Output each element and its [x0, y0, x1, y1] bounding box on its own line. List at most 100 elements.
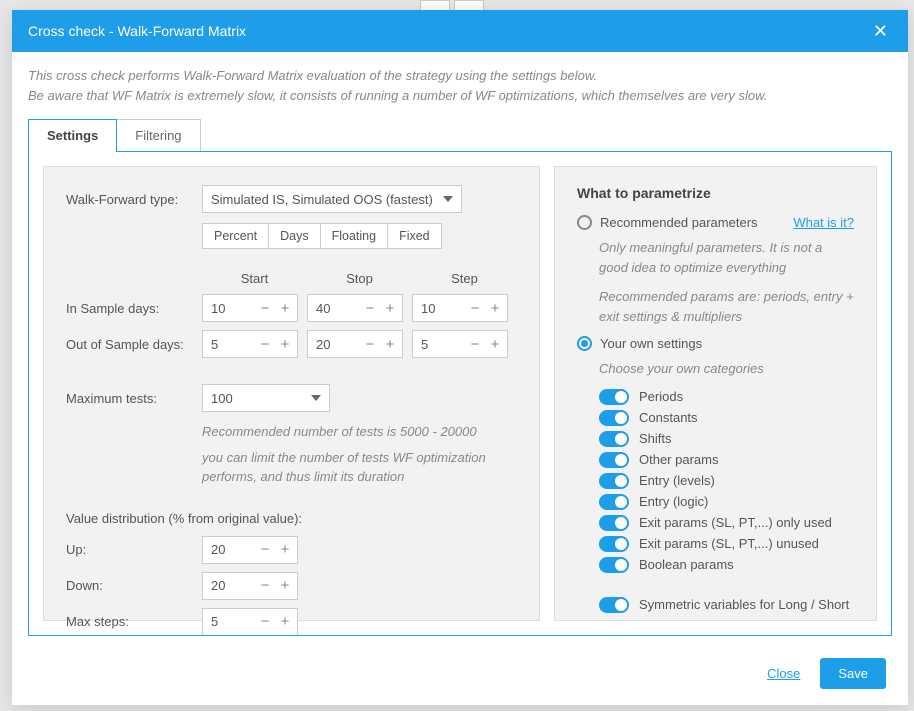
toggle-switch[interactable] [599, 473, 629, 489]
toggle-row[interactable]: Entry (logic) [599, 494, 854, 510]
seg-days[interactable]: Days [269, 224, 320, 248]
plus-icon[interactable]: + [380, 337, 400, 352]
toggle-row[interactable]: Exit params (SL, PT,...) only used [599, 515, 854, 531]
toggle-row[interactable]: Constants [599, 410, 854, 426]
seg-fixed[interactable]: Fixed [388, 224, 441, 248]
minus-icon[interactable]: − [465, 337, 485, 352]
toggle-switch[interactable] [599, 452, 629, 468]
radio-recommended[interactable]: Recommended parameters What is it? [577, 215, 854, 230]
own-label: Your own settings [600, 336, 702, 351]
in-sample-step[interactable]: −+ [412, 294, 508, 322]
col-start: Start [202, 271, 307, 286]
toggle-switch[interactable] [599, 515, 629, 531]
out-sample-step-input[interactable] [413, 337, 465, 352]
toggle-switch[interactable] [599, 557, 629, 573]
plus-icon[interactable]: + [380, 301, 400, 316]
in-sample-step-input[interactable] [413, 301, 465, 316]
close-icon[interactable]: ✕ [869, 20, 892, 42]
plus-icon[interactable]: + [275, 542, 295, 557]
plus-icon[interactable]: + [485, 337, 505, 352]
up-spinner[interactable]: −+ [202, 536, 298, 564]
toggle-label: Boolean params [639, 557, 734, 572]
col-stop: Stop [307, 271, 412, 286]
desc-line-2: Be aware that WF Matrix is extremely slo… [28, 86, 892, 106]
wf-type-select[interactable]: Simulated IS, Simulated OOS (fastest) [202, 185, 462, 213]
minus-icon[interactable]: − [255, 614, 275, 629]
radio-own[interactable]: Your own settings [577, 336, 854, 351]
minus-icon[interactable]: − [360, 337, 380, 352]
grid-header: Start Stop Step [66, 271, 517, 286]
toggle-switch[interactable] [599, 536, 629, 552]
minus-icon[interactable]: − [255, 578, 275, 593]
toggle-label: Other params [639, 452, 718, 467]
dialog-title: Cross check - Walk-Forward Matrix [28, 23, 246, 39]
plus-icon[interactable]: + [485, 301, 505, 316]
toggle-label: Entry (levels) [639, 473, 715, 488]
toggle-switch[interactable] [599, 410, 629, 426]
down-label: Down: [66, 578, 202, 593]
max-steps-label: Max steps: [66, 614, 202, 629]
out-sample-start-input[interactable] [203, 337, 255, 352]
toggle-row[interactable]: Exit params (SL, PT,...) unused [599, 536, 854, 552]
recommended-note-2: Recommended params are: periods, entry +… [599, 287, 854, 326]
recommended-label: Recommended parameters [600, 215, 758, 230]
plus-icon[interactable]: + [275, 337, 295, 352]
radio-icon [577, 336, 592, 351]
toggle-switch[interactable] [599, 389, 629, 405]
radio-icon [577, 215, 592, 230]
in-sample-start-input[interactable] [203, 301, 255, 316]
down-input[interactable] [203, 578, 255, 593]
settings-panel: Walk-Forward type: Simulated IS, Simulat… [43, 166, 540, 621]
minus-icon[interactable]: − [465, 301, 485, 316]
toggle-switch[interactable] [599, 431, 629, 447]
toggle-row[interactable]: Entry (levels) [599, 473, 854, 489]
toggle-row[interactable]: Boolean params [599, 557, 854, 573]
close-button[interactable]: Close [767, 666, 800, 681]
plus-icon[interactable]: + [275, 578, 295, 593]
save-button[interactable]: Save [820, 658, 886, 689]
out-sample-step[interactable]: −+ [412, 330, 508, 358]
toggle-symmetric[interactable]: Symmetric variables for Long / Short [599, 597, 854, 613]
modal-dialog: Cross check - Walk-Forward Matrix ✕ This… [12, 10, 908, 705]
tab-settings[interactable]: Settings [28, 119, 117, 151]
toggle-switch[interactable] [599, 494, 629, 510]
minus-icon[interactable]: − [255, 301, 275, 316]
toggle-label: Constants [639, 410, 698, 425]
seg-floating[interactable]: Floating [321, 224, 388, 248]
out-sample-start[interactable]: −+ [202, 330, 298, 358]
in-sample-stop-input[interactable] [308, 301, 360, 316]
in-sample-stop[interactable]: −+ [307, 294, 403, 322]
out-sample-stop-input[interactable] [308, 337, 360, 352]
plus-icon[interactable]: + [275, 614, 295, 629]
toggle-label: Periods [639, 389, 683, 404]
up-input[interactable] [203, 542, 255, 557]
toggle-label: Shifts [639, 431, 672, 446]
max-steps-input[interactable] [203, 614, 255, 629]
max-tests-label: Maximum tests: [66, 391, 202, 406]
in-sample-label: In Sample days: [66, 301, 202, 316]
symmetric-label: Symmetric variables for Long / Short [639, 597, 849, 612]
seg-percent[interactable]: Percent [203, 224, 269, 248]
out-sample-stop[interactable]: −+ [307, 330, 403, 358]
toggle-switch[interactable] [599, 597, 629, 613]
unit-segmented: Percent Days Floating Fixed [202, 223, 442, 249]
dist-label: Value distribution (% from original valu… [66, 511, 517, 526]
max-steps-spinner[interactable]: −+ [202, 608, 298, 636]
toggle-label: Entry (logic) [639, 494, 708, 509]
in-sample-start[interactable]: −+ [202, 294, 298, 322]
tab-filtering[interactable]: Filtering [117, 119, 200, 151]
max-tests-select[interactable]: 100 [202, 384, 330, 412]
note-limit-tests: you can limit the number of tests WF opt… [202, 448, 517, 487]
toggle-list: Periods Constants Shifts Other params Entry … [577, 389, 854, 573]
toggle-row[interactable]: Shifts [599, 431, 854, 447]
toggle-row[interactable]: Periods [599, 389, 854, 405]
minus-icon[interactable]: − [360, 301, 380, 316]
what-is-it-link[interactable]: What is it? [793, 215, 854, 230]
toggle-row[interactable]: Other params [599, 452, 854, 468]
down-spinner[interactable]: −+ [202, 572, 298, 600]
minus-icon[interactable]: − [255, 337, 275, 352]
plus-icon[interactable]: + [275, 301, 295, 316]
up-label: Up: [66, 542, 202, 557]
toggle-label: Exit params (SL, PT,...) only used [639, 515, 832, 530]
minus-icon[interactable]: − [255, 542, 275, 557]
